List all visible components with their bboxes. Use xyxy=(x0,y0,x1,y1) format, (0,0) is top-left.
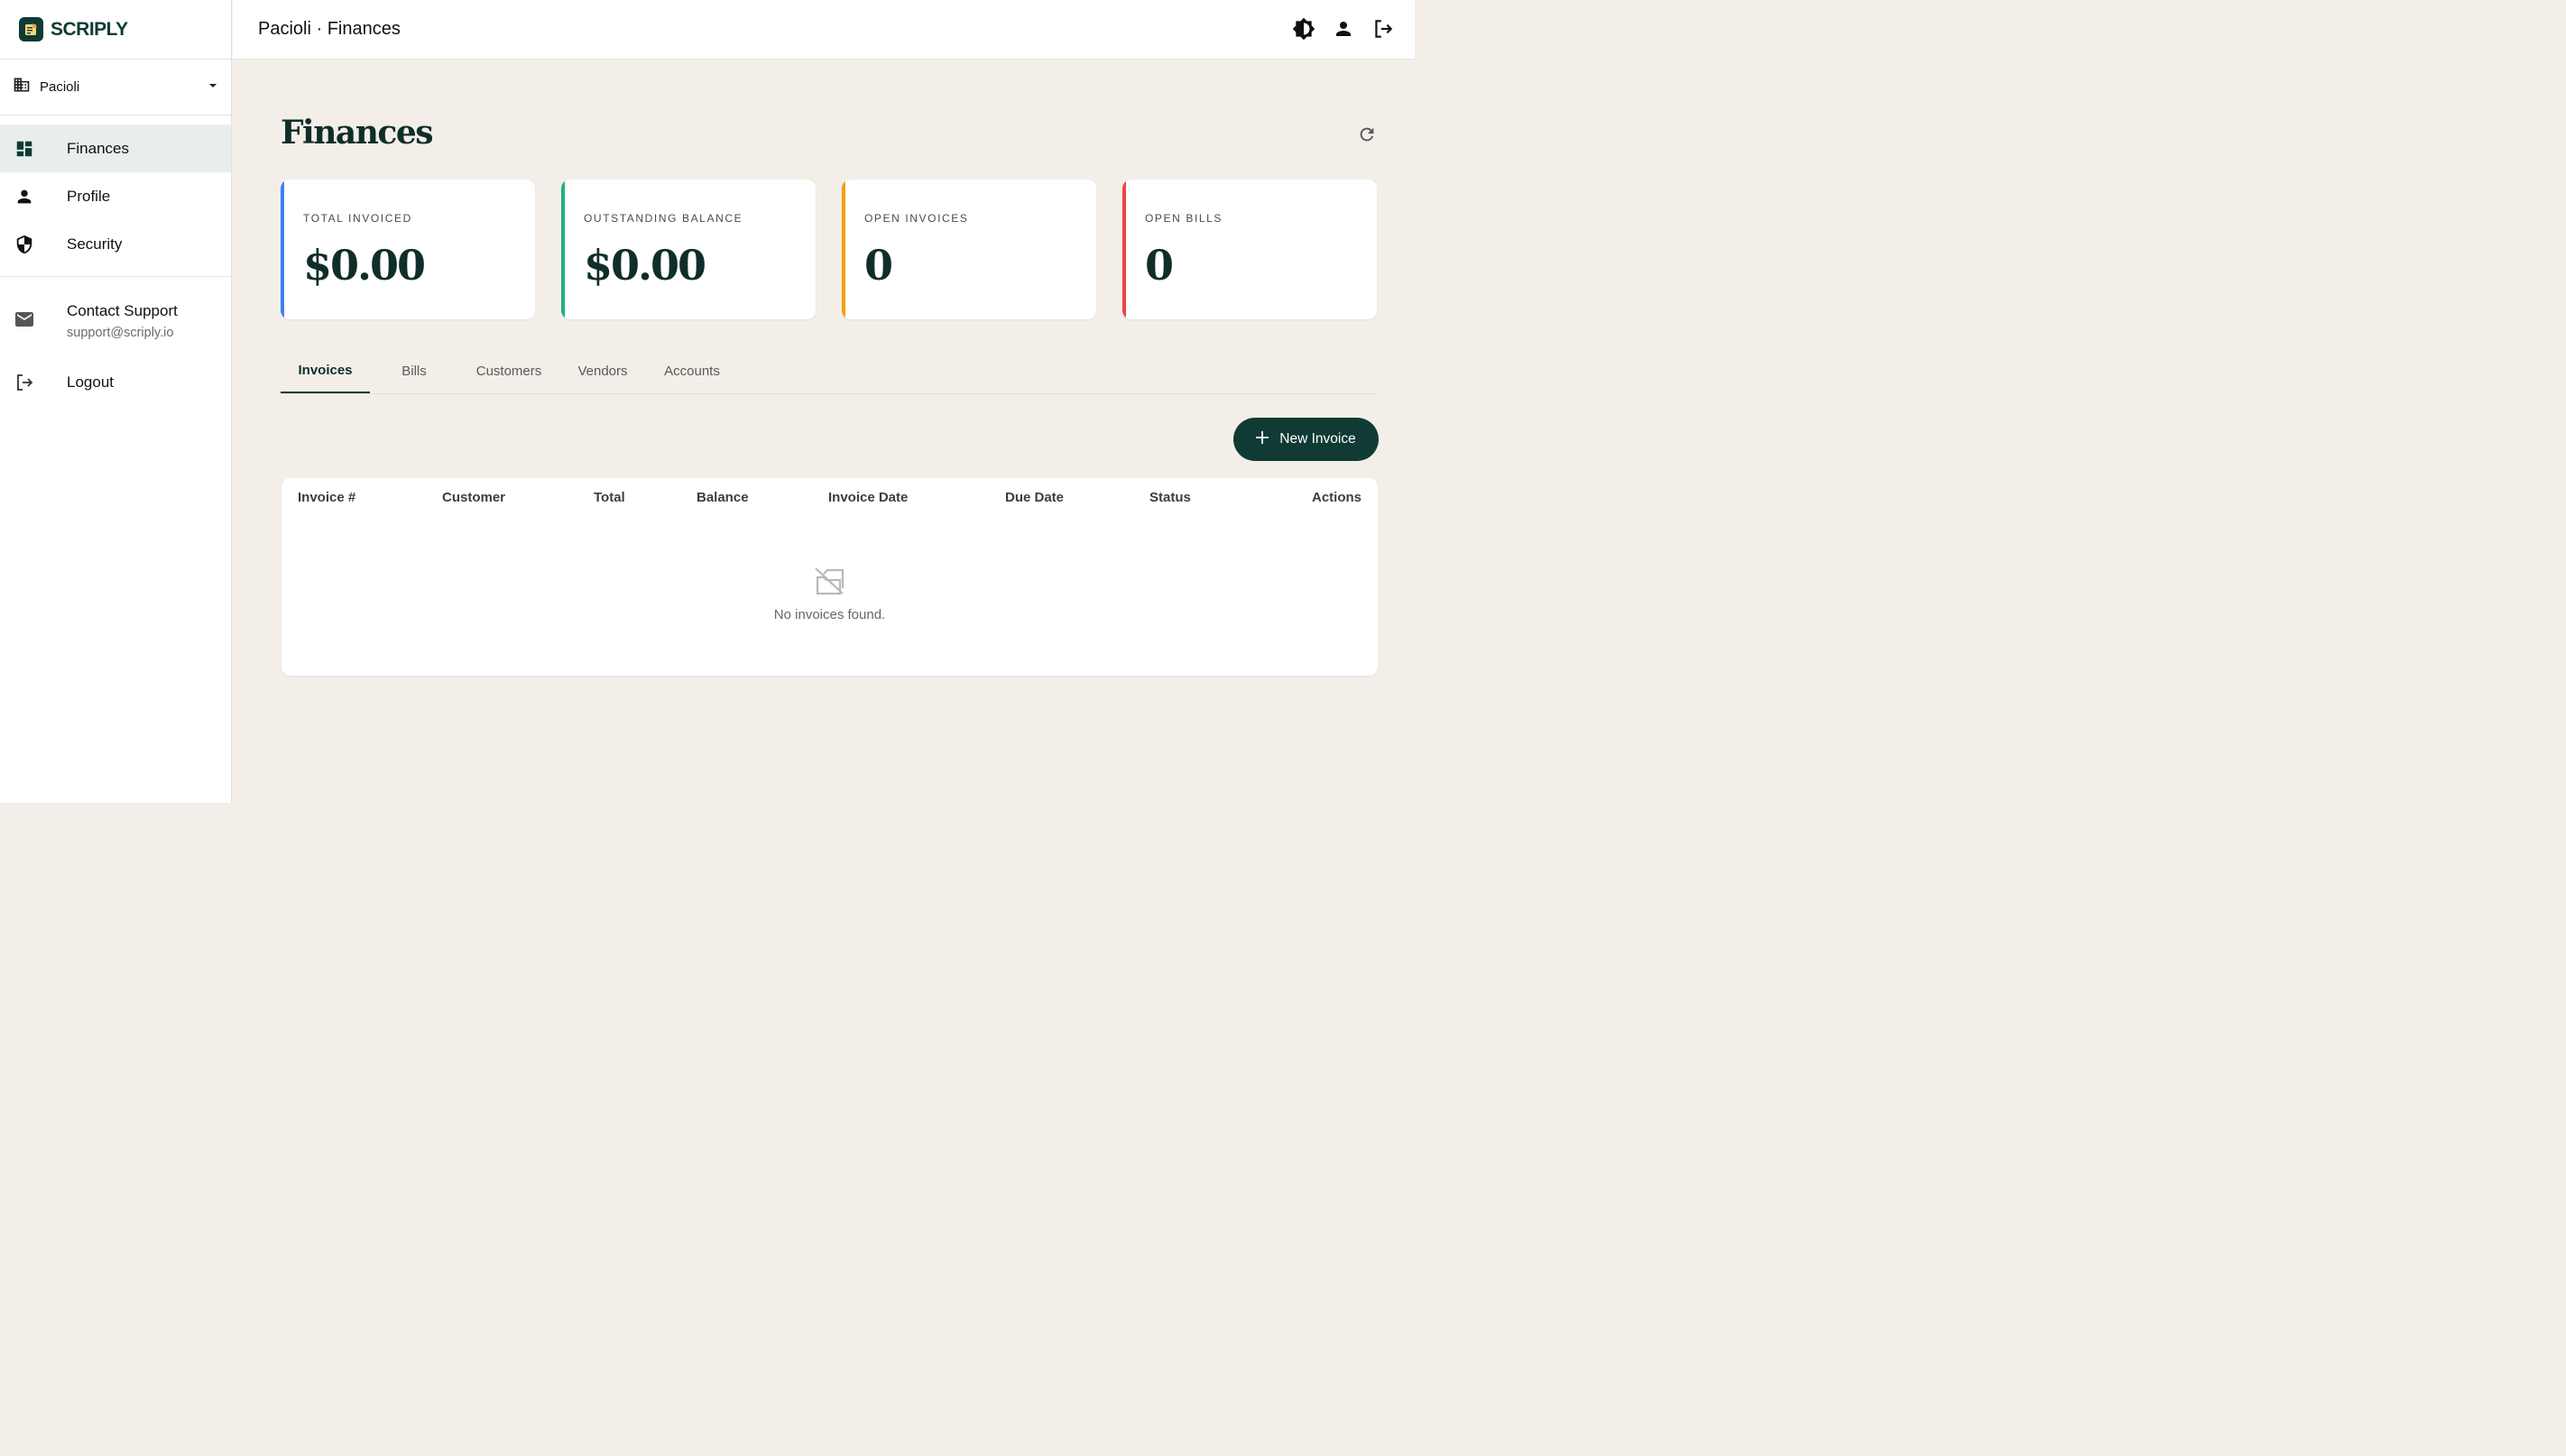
stat-label: TOTAL INVOICED xyxy=(303,212,412,225)
stat-value: 0 xyxy=(864,241,893,290)
stat-value: $0.00 xyxy=(303,241,426,290)
stats-row: TOTAL INVOICED $0.00 OUTSTANDING BALANCE… xyxy=(281,180,1377,319)
tab-customers[interactable]: Customers xyxy=(458,348,559,393)
table-header: Invoice # Customer Total Balance Invoice… xyxy=(282,478,1378,516)
breadcrumb: Pacioli · Finances xyxy=(258,19,401,39)
stat-label: OUTSTANDING BALANCE xyxy=(584,212,743,225)
stat-accent xyxy=(561,180,565,319)
theme-toggle-icon[interactable] xyxy=(1292,15,1315,42)
notepad-icon xyxy=(19,17,43,41)
finance-tabs: Invoices Bills Customers Vendors Account… xyxy=(281,348,1379,394)
stat-card-outstanding-balance: OUTSTANDING BALANCE $0.00 xyxy=(561,180,816,319)
column-header[interactable]: Total xyxy=(594,490,625,505)
column-header[interactable]: Balance xyxy=(697,490,749,505)
stat-value: 0 xyxy=(1145,241,1174,290)
column-header: Actions xyxy=(1311,490,1361,505)
stat-accent xyxy=(281,180,284,319)
support-email[interactable]: support@scriply.io xyxy=(67,326,178,340)
support-title: Contact Support xyxy=(67,302,178,319)
caret-down-icon xyxy=(208,79,218,96)
sidebar-item-security[interactable]: Security xyxy=(0,220,231,268)
stat-card-total-invoiced: TOTAL INVOICED $0.00 xyxy=(281,180,535,319)
sidebar-nav: Finances Profile Security Contact Suppor… xyxy=(0,115,231,406)
shield-icon xyxy=(14,234,35,255)
sidebar-item-label: Profile xyxy=(67,187,111,205)
top-bar: Pacioli · Finances xyxy=(233,0,1415,60)
mail-icon xyxy=(14,309,35,335)
logout-icon xyxy=(14,372,35,393)
person-icon xyxy=(14,186,35,207)
sidebar-divider xyxy=(0,276,231,277)
sidebar-item-label: Finances xyxy=(67,139,129,157)
column-header[interactable]: Invoice # xyxy=(298,490,355,505)
new-invoice-button[interactable]: New Invoice xyxy=(1233,418,1379,461)
organization-name: Pacioli xyxy=(40,79,80,95)
no-files-icon xyxy=(814,567,846,599)
account-icon[interactable] xyxy=(1332,15,1355,42)
sidebar-item-logout[interactable]: Logout xyxy=(0,358,231,406)
dashboard-icon xyxy=(14,138,35,160)
stat-value: $0.00 xyxy=(584,241,706,290)
new-invoice-label: New Invoice xyxy=(1279,431,1356,447)
empty-state: No invoices found. xyxy=(282,567,1378,622)
plus-icon xyxy=(1256,430,1269,448)
sidebar: SCRIPLY Pacioli Finances Profile Securit… xyxy=(0,0,232,803)
stat-label: OPEN BILLS xyxy=(1145,212,1223,225)
sidebar-item-profile[interactable]: Profile xyxy=(0,172,231,220)
stat-card-open-invoices: OPEN INVOICES 0 xyxy=(842,180,1096,319)
brand[interactable]: SCRIPLY xyxy=(0,0,231,60)
refresh-icon[interactable] xyxy=(1355,123,1379,146)
building-icon xyxy=(13,76,31,98)
organization-select[interactable]: Pacioli xyxy=(0,60,231,115)
stat-accent xyxy=(842,180,845,319)
tab-bills[interactable]: Bills xyxy=(370,348,458,393)
stat-card-open-bills: OPEN BILLS 0 xyxy=(1122,180,1377,319)
stat-label: OPEN INVOICES xyxy=(864,212,969,225)
tab-invoices[interactable]: Invoices xyxy=(281,348,370,393)
empty-message: No invoices found. xyxy=(773,607,886,622)
invoices-table: Invoice # Customer Total Balance Invoice… xyxy=(282,478,1378,676)
stat-accent xyxy=(1122,180,1126,319)
sidebar-item-finances[interactable]: Finances xyxy=(0,124,231,172)
sidebar-item-label: Logout xyxy=(67,373,114,391)
column-header[interactable]: Status xyxy=(1149,490,1191,505)
sidebar-item-label: Security xyxy=(67,235,123,253)
column-header[interactable]: Due Date xyxy=(1005,490,1064,505)
contact-support[interactable]: Contact Support support@scriply.io xyxy=(0,284,231,358)
column-header[interactable]: Customer xyxy=(442,490,505,505)
page-title: Finances xyxy=(281,114,434,152)
tab-accounts[interactable]: Accounts xyxy=(646,348,738,393)
tab-vendors[interactable]: Vendors xyxy=(559,348,646,393)
logout-icon[interactable] xyxy=(1371,15,1395,42)
brand-name: SCRIPLY xyxy=(51,18,128,40)
column-header[interactable]: Invoice Date xyxy=(828,490,908,505)
